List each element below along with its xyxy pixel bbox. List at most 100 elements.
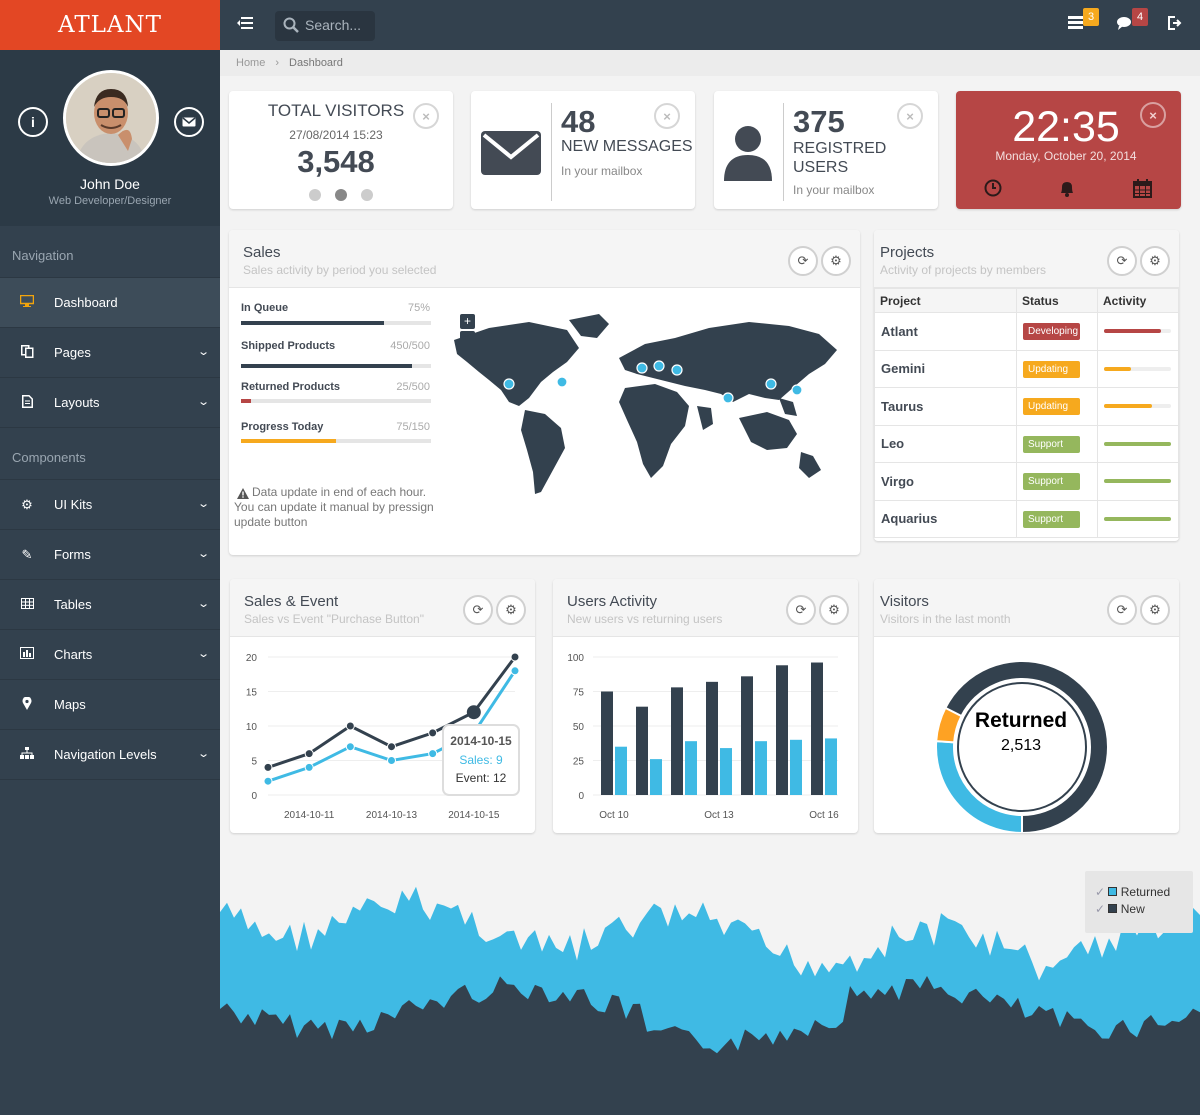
- logout-icon[interactable]: [1168, 16, 1182, 33]
- column-header[interactable]: Activity: [1097, 288, 1179, 313]
- panel-title: Sales: [243, 244, 281, 261]
- sidebar-item-tables[interactable]: Tables ⌄: [0, 580, 220, 630]
- progress-label: In Queue: [241, 302, 289, 314]
- panel-title: Projects: [880, 244, 935, 261]
- activity-fill: [1104, 404, 1153, 409]
- table-row[interactable]: Virgo Support: [874, 462, 1179, 501]
- file-icon: [0, 394, 54, 411]
- column-header[interactable]: Project: [874, 288, 1017, 313]
- sidebar-item-label: Dashboard: [54, 295, 118, 310]
- sidebar-item-maps[interactable]: Maps: [0, 680, 220, 730]
- tasks-icon[interactable]: [1068, 16, 1083, 32]
- carousel-dot[interactable]: [309, 189, 321, 201]
- sidebar-item-label: UI Kits: [54, 497, 93, 512]
- carousel-dot-active[interactable]: [335, 189, 347, 201]
- x-tick-label: 2014-10-15: [448, 810, 500, 821]
- info-icon[interactable]: i: [18, 107, 48, 137]
- carousel-dot[interactable]: [361, 189, 373, 201]
- sidebar-item-layouts[interactable]: Layouts ⌄: [0, 378, 220, 428]
- activity-fill: [1104, 329, 1161, 334]
- panel-title: Users Activity: [567, 593, 658, 610]
- legend-item-new[interactable]: ✓ New: [1095, 902, 1145, 916]
- gear-icon[interactable]: ⚙: [496, 595, 526, 625]
- comments-icon[interactable]: [1117, 16, 1133, 33]
- breadcrumb-home[interactable]: Home: [236, 57, 265, 69]
- y-tick-label: 10: [246, 722, 258, 733]
- world-map[interactable]: [449, 302, 849, 502]
- menu-toggle-icon[interactable]: [237, 16, 253, 32]
- data-point: [263, 762, 273, 772]
- progress-bar: [241, 399, 431, 403]
- close-icon[interactable]: ×: [654, 103, 680, 129]
- sidebar-item-forms[interactable]: ✎ Forms ⌄: [0, 530, 220, 580]
- x-tick-label: Oct 16: [809, 810, 839, 821]
- close-icon[interactable]: ×: [1140, 102, 1166, 128]
- gear-icon[interactable]: ⚙: [1140, 246, 1170, 276]
- refresh-icon[interactable]: ⟳: [1107, 246, 1137, 276]
- table-row[interactable]: Taurus Updating: [874, 387, 1179, 426]
- panel-title: Sales & Event: [244, 593, 339, 610]
- legend-label: Returned: [1120, 885, 1171, 899]
- gear-icon[interactable]: ⚙: [1140, 595, 1170, 625]
- column-header[interactable]: Status: [1016, 288, 1098, 313]
- breadcrumb-current: Dashboard: [289, 57, 343, 69]
- table-row[interactable]: Leo Support: [874, 424, 1179, 463]
- panel-subtitle: Visitors in the last month: [880, 612, 1011, 626]
- close-icon[interactable]: ×: [413, 103, 439, 129]
- legend-item-returned[interactable]: ✓ Returned: [1095, 885, 1170, 899]
- chevron-down-icon: ⌄: [196, 346, 210, 358]
- sitemap-icon: [0, 747, 54, 762]
- refresh-icon[interactable]: ⟳: [786, 595, 816, 625]
- users-sub: In your mailbox: [793, 183, 875, 197]
- clock-icon[interactable]: [984, 179, 1002, 202]
- chevron-down-icon: ⌄: [196, 598, 210, 610]
- panel-header: Users Activity New users vs returning us…: [553, 579, 858, 637]
- sidebar-item-pages[interactable]: Pages ⌄: [0, 328, 220, 378]
- gear-icon[interactable]: ⚙: [819, 595, 849, 625]
- table-row[interactable]: Atlant Developing: [874, 312, 1179, 351]
- refresh-icon[interactable]: ⟳: [1107, 595, 1137, 625]
- status-badge: Updating: [1023, 360, 1080, 378]
- bar: [601, 691, 613, 795]
- divider: [783, 103, 784, 201]
- bell-icon[interactable]: [1058, 179, 1076, 202]
- project-status: Updating: [1016, 387, 1098, 426]
- brand-logo[interactable]: ATLANT: [0, 0, 220, 50]
- panel-header: Visitors Visitors in the last month ⟳ ⚙: [874, 579, 1179, 637]
- pencil-icon: ✎: [21, 546, 33, 562]
- refresh-icon[interactable]: ⟳: [463, 595, 493, 625]
- data-point: [304, 762, 314, 772]
- calendar-icon[interactable]: [1133, 179, 1152, 203]
- data-point: [428, 749, 438, 759]
- activity-fill: [1104, 479, 1171, 484]
- bar: [636, 706, 648, 795]
- visitors-value: 3,548: [297, 144, 375, 179]
- project-name: Virgo: [874, 462, 1017, 501]
- panel-subtitle: Sales activity by period you selected: [243, 263, 437, 277]
- progress-label: Shipped Products: [241, 340, 336, 352]
- gear-icon[interactable]: ⚙: [821, 246, 851, 276]
- table-row[interactable]: Aquarius Support: [874, 499, 1179, 538]
- sidebar-item-charts[interactable]: Charts ⌄: [0, 630, 220, 680]
- divider: [551, 103, 552, 201]
- panel-projects: Projects Activity of projects by members…: [874, 230, 1179, 541]
- users-label-line1: REGISTRED: [793, 140, 887, 157]
- table-row[interactable]: Gemini Updating: [874, 349, 1179, 388]
- avatar[interactable]: [63, 70, 159, 166]
- project-status: Support: [1016, 462, 1098, 501]
- close-icon[interactable]: ×: [897, 103, 923, 129]
- y-tick-label: 50: [573, 722, 585, 733]
- donut-chart[interactable]: [874, 637, 1179, 833]
- refresh-icon[interactable]: ⟳: [788, 246, 818, 276]
- sidebar-item-dashboard[interactable]: Dashboard: [0, 278, 220, 328]
- sidebar-item-navigation-levels[interactable]: Navigation Levels ⌄: [0, 730, 220, 780]
- project-name: Atlant: [874, 312, 1017, 351]
- envelope-icon[interactable]: [174, 107, 204, 137]
- sidebar-item-label: Charts: [54, 647, 93, 662]
- line-chart: 0 5 10 15 20 2014-10-11 2014-10-13 2014-10-15 20…: [246, 652, 520, 821]
- messages-value: 48: [561, 104, 596, 139]
- activity-fill: [1104, 441, 1171, 446]
- progress-fill: [241, 399, 251, 403]
- sidebar-item-ui-kits[interactable]: ⚙ UI Kits ⌄: [0, 480, 220, 530]
- status-badge: Updating: [1023, 398, 1080, 416]
